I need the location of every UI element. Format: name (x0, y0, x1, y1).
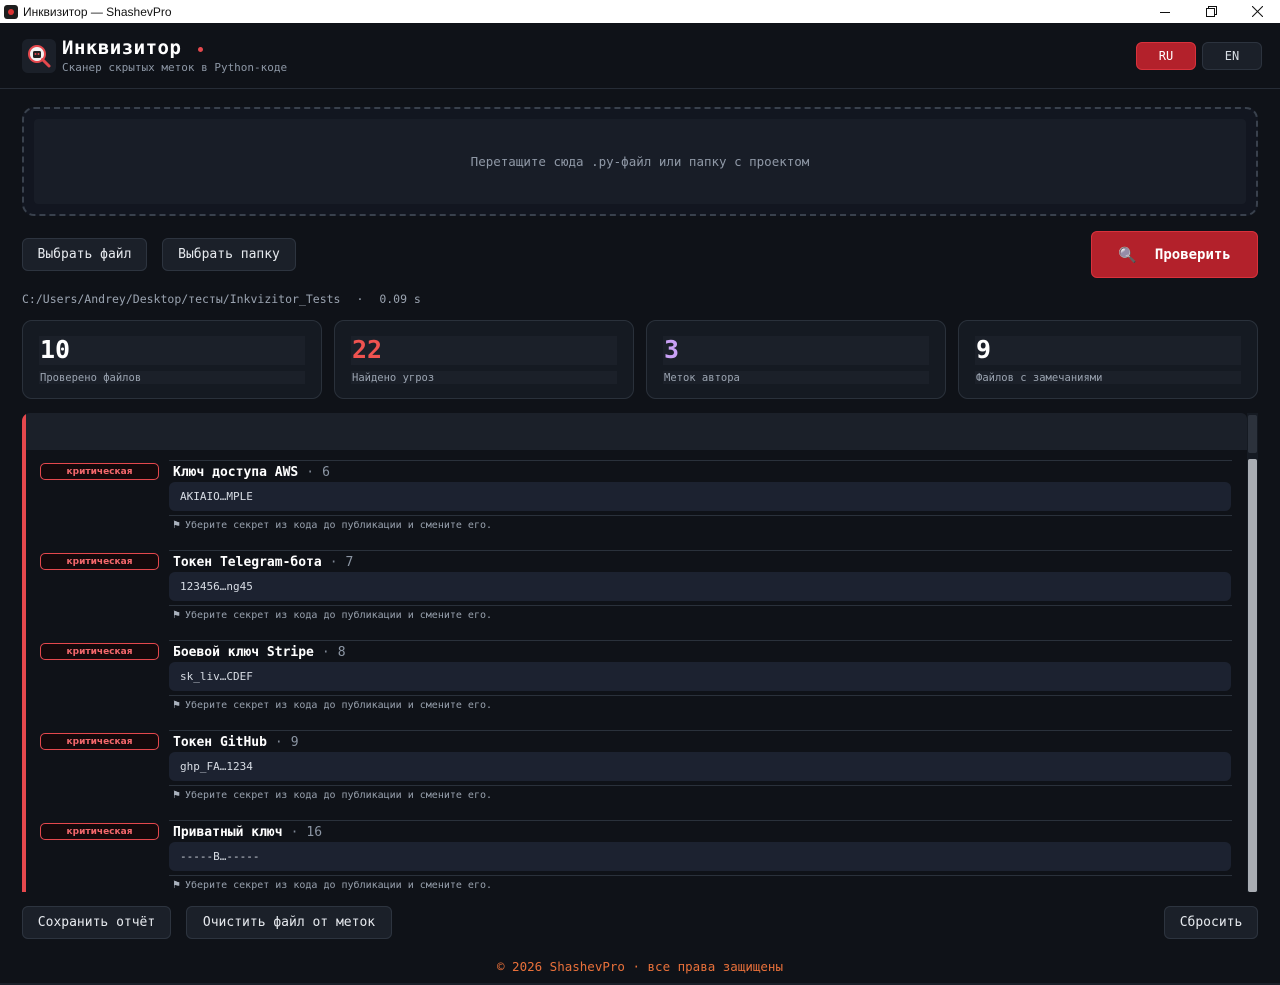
finding-title: Токен Telegram-бота · 7 (173, 555, 354, 570)
inquisitor-logo-icon (22, 39, 56, 73)
minimize-icon[interactable] (1142, 0, 1188, 23)
scrollbar-thumb[interactable] (1248, 459, 1257, 892)
code-snippet: -----B…----- (169, 842, 1231, 871)
line-number: 8 (337, 645, 346, 660)
app-subtitle: Сканер скрытых меток в Python-коде (62, 61, 288, 74)
line-number: 16 (306, 825, 323, 840)
finding-item: критическая Ключ доступа AWS · 6 AKIAIO…MP… (22, 460, 1247, 550)
window-controls (1142, 0, 1280, 23)
code-snippet: 123456…ng45 (169, 572, 1231, 601)
finding-title: Токен GitHub · 9 (173, 735, 299, 750)
stat-value: 10 (40, 335, 71, 364)
lang-ru-button[interactable]: RU (1136, 42, 1196, 70)
flag-icon: ⚑ (172, 880, 181, 891)
line-number: 6 (322, 465, 330, 480)
finding-title: Боевой ключ Stripe · 8 (173, 645, 346, 660)
save-report-button[interactable]: Сохранить отчёт (22, 906, 171, 939)
restore-icon[interactable] (1188, 0, 1234, 23)
finding-item: критическая Приватный ключ · 16 -----B…---… (22, 820, 1247, 892)
window-title: Инквизитор — ShashevPro (23, 4, 172, 19)
finding-item: критическая Токен GitHub · 9 ghp_FA…1234 ⚑… (22, 730, 1247, 820)
severity-badge: критическая (40, 643, 159, 660)
app-header: Инквизитор Сканер скрытых меток в Python… (0, 23, 1280, 89)
scan-separator: · (356, 292, 364, 306)
code-snippet: ghp_FA…1234 (169, 752, 1231, 781)
stat-label: Меток автора (664, 372, 740, 384)
finding-advice: ⚑ Уберите секрет из кода до публикации и … (172, 520, 493, 531)
reset-button[interactable]: Сбросить (1164, 906, 1258, 939)
stat-card-files: 10 Проверено файлов (22, 320, 322, 399)
finding-advice: ⚑ Уберите секрет из кода до публикации и … (172, 790, 493, 801)
severity-badge: критическая (40, 733, 159, 750)
flag-icon: ⚑ (172, 700, 181, 711)
stat-value: 22 (352, 335, 383, 364)
flag-icon: ⚑ (172, 790, 181, 801)
dropzone-area: Перетащите сюда .py-файл или папку с про… (34, 119, 1246, 204)
clean-file-button[interactable]: Очистить файл от меток (186, 906, 392, 939)
stat-card-author-marks: 3 Меток автора (646, 320, 946, 399)
stat-label: Найдено угроз (352, 372, 435, 384)
severity-badge: критическая (40, 463, 159, 480)
status-dot (198, 47, 203, 52)
choose-folder-button[interactable]: Выбрать папку (162, 238, 296, 271)
check-button[interactable]: 🔍 Проверить (1091, 231, 1258, 278)
choose-file-button[interactable]: Выбрать файл (22, 238, 147, 271)
magnifier-icon: 🔍 (1118, 245, 1137, 264)
findings-scrollbar[interactable] (1247, 413, 1258, 892)
file-group-header (26, 413, 1247, 450)
findings-list[interactable]: критическая Ключ доступа AWS · 6 AKIAIO…MP… (22, 413, 1247, 892)
scan-path-line: C:/Users/Andrey/Desktop/тесты/Inkvizitor… (22, 292, 421, 306)
line-number: 7 (345, 555, 354, 570)
code-snippet: AKIAIO…MPLE (169, 482, 1231, 511)
check-button-label: Проверить (1154, 246, 1231, 263)
flag-icon: ⚑ (172, 520, 181, 531)
flag-icon: ⚑ (172, 610, 181, 621)
scan-duration: 0.09 s (379, 292, 421, 306)
severity-badge: критическая (40, 553, 159, 570)
stat-label: Файлов с замечаниями (976, 372, 1103, 384)
stat-card-threats: 22 Найдено угроз (334, 320, 634, 399)
severity-badge: критическая (40, 823, 159, 840)
scan-path: C:/Users/Andrey/Desktop/тесты/Inkvizitor… (22, 292, 341, 306)
finding-title: Ключ доступа AWS · 6 (173, 465, 330, 480)
finding-advice: ⚑ Уберите секрет из кода до публикации и … (172, 700, 493, 711)
stat-card-files-with-issues: 9 Файлов с замечаниями (958, 320, 1258, 399)
dropzone-text: Перетащите сюда .py-файл или папку с про… (470, 154, 810, 169)
line-number: 9 (290, 735, 299, 750)
footer-copyright: © 2026 ShashevPro · все права защищены (497, 959, 783, 974)
finding-item: критическая Боевой ключ Stripe · 8 sk_liv…… (22, 640, 1247, 730)
stat-value: 9 (976, 335, 992, 364)
lang-en-button[interactable]: EN (1202, 42, 1262, 70)
stat-label: Проверено файлов (40, 372, 142, 384)
window-titlebar: Инквизитор — ShashevPro (0, 0, 1280, 23)
code-snippet: sk_liv…CDEF (169, 662, 1231, 691)
finding-title: Приватный ключ · 16 (173, 825, 323, 840)
scrollbar-track-top (1248, 415, 1257, 453)
app-window-icon (4, 4, 18, 19)
app-name: Инквизитор (62, 37, 182, 59)
finding-item: критическая Токен Telegram-бота · 7 123456… (22, 550, 1247, 640)
file-dropzone[interactable]: Перетащите сюда .py-файл или папку с про… (22, 107, 1258, 216)
stat-value: 3 (664, 335, 680, 364)
finding-advice: ⚑ Уберите секрет из кода до публикации и … (172, 880, 493, 891)
finding-advice: ⚑ Уберите секрет из кода до публикации и … (172, 610, 493, 621)
close-icon[interactable] (1234, 0, 1280, 23)
